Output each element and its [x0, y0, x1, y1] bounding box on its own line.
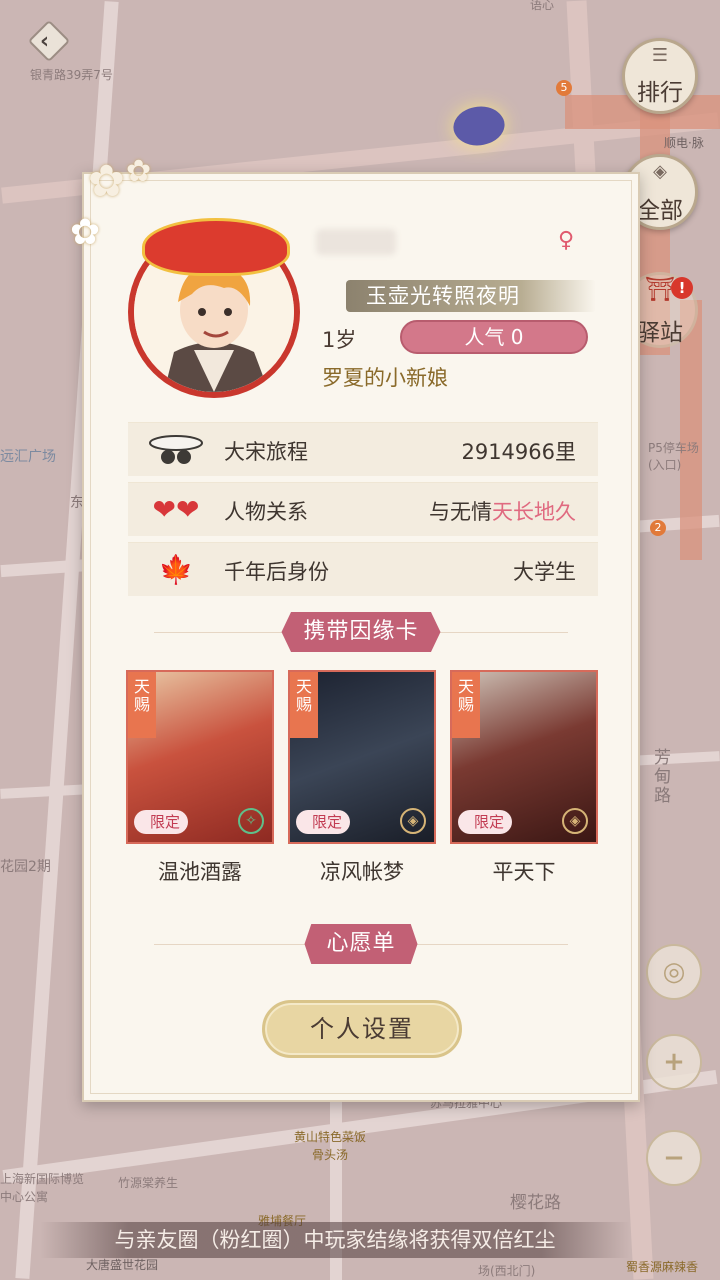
map-label: 蜀香源麻辣香 [626, 1260, 699, 1274]
flower-decoration-icon: ✿ [126, 154, 152, 189]
map-poi-marker[interactable]: 2 [650, 520, 666, 536]
zoom-out-button[interactable]: − [646, 1130, 702, 1186]
title-banner[interactable]: 玉壶光转照夜明 [346, 280, 596, 312]
map-label: 远汇广场 [0, 449, 56, 465]
cards-section-title: 携带因缘卡 [281, 612, 441, 652]
announcement-ticker: 与亲友圈（粉红圈）中玩家结缘将获得双倍红尘 [40, 1222, 630, 1258]
relationship-value: 与无情天长地久 [429, 496, 576, 526]
ranking-button-label: 排行 [637, 80, 683, 106]
map-label: 顺电·脉 [664, 136, 704, 150]
card-element-icon: ◈ [400, 808, 426, 834]
profile-panel: ♀ 玉壶光转照夜明 1岁 人气 0 罗夏的小新娘 大宋旅程 2914966里 ❤… [82, 172, 640, 1102]
map-label: 黄山特色菜饭骨头汤 [293, 1130, 366, 1162]
spouse-text: 罗夏的小新娘 [322, 366, 448, 390]
card-tag: 天赐 [290, 672, 318, 738]
list-icon: ☰ [651, 45, 669, 66]
minus-icon: − [663, 1143, 685, 1173]
locate-button[interactable]: ◎ [646, 944, 702, 1000]
zoom-in-button[interactable]: + [646, 1034, 702, 1090]
map-label: 樱花路 [510, 1193, 561, 1213]
maple-leaf-icon: 🍁 [158, 553, 194, 586]
card-name: 平天下 [492, 860, 556, 884]
card-element-icon: ◈ [562, 808, 588, 834]
hearts-icon: ❤❤ [152, 493, 200, 526]
map-poi-marker[interactable]: 5 [556, 80, 572, 96]
traveler-hat-icon [148, 431, 204, 469]
fate-card[interactable]: 天赐 限定 ◈ [288, 670, 436, 844]
flower-decoration-icon: ✿ [70, 212, 101, 253]
female-icon: ♀ [558, 228, 575, 253]
map-label: 上海新国际博览中心公寓 [0, 1172, 85, 1204]
limited-badge: 限定 [296, 810, 351, 834]
age-text: 1岁 [322, 328, 357, 352]
fate-card[interactable]: 天赐 限定 ✧ [126, 670, 274, 844]
target-icon: ◎ [662, 957, 686, 987]
lion-dance-hat-icon [142, 218, 290, 276]
player-name-blurred [316, 229, 396, 255]
wishlist-section-title: 心愿单 [304, 924, 418, 964]
fate-card[interactable]: 天赐 限定 ◈ [450, 670, 598, 844]
plus-icon: + [663, 1047, 685, 1077]
journey-value: 2914966里 [461, 440, 576, 464]
card-name: 温池酒露 [158, 860, 242, 884]
cards-section-header: 携带因缘卡 [84, 612, 638, 652]
map-label: 竹源棠养生 [118, 1176, 179, 1190]
back-button[interactable]: ‹ [26, 19, 72, 66]
notification-badge: ! [671, 277, 693, 299]
journey-label: 大宋旅程 [224, 440, 308, 464]
map-label: 花园2期 [0, 859, 51, 875]
info-row-identity: 🍁 千年后身份 大学生 [128, 542, 598, 596]
info-row-relationship[interactable]: ❤❤ 人物关系 与无情天长地久 [128, 482, 598, 536]
info-row-journey: 大宋旅程 2914966里 [128, 422, 598, 476]
card-element-icon: ✧ [238, 808, 264, 834]
popularity-badge[interactable]: 人气 0 [400, 320, 588, 354]
map-label: 场(西北门) [478, 1264, 536, 1278]
relationship-label: 人物关系 [224, 500, 308, 524]
relationship-status: 天长地久 [492, 500, 576, 524]
card-name: 凉风帐梦 [320, 860, 404, 884]
identity-label: 千年后身份 [224, 560, 329, 584]
ranking-button[interactable]: ☰ 排行 [622, 38, 698, 114]
map-label: 大唐盛世花园 [86, 1258, 159, 1272]
card-tag: 天赐 [452, 672, 480, 738]
map-label: P5停车场(入口) [648, 441, 699, 472]
flower-decoration-icon: ✿ [88, 156, 125, 207]
personal-settings-button[interactable]: 个人设置 [262, 1000, 462, 1058]
limited-badge: 限定 [134, 810, 189, 834]
relationship-partner: 与无情 [429, 500, 492, 524]
identity-value: 大学生 [513, 560, 576, 584]
back-arrow-icon: ‹ [40, 29, 50, 54]
limited-badge: 限定 [458, 810, 513, 834]
wishlist-section-header: 心愿单 [84, 924, 638, 964]
card-tag: 天赐 [128, 672, 156, 738]
map-label: 芳甸路 [650, 748, 670, 805]
map-label: 银青路39弄7号 [30, 68, 113, 82]
map-label: 语心 [530, 0, 555, 12]
